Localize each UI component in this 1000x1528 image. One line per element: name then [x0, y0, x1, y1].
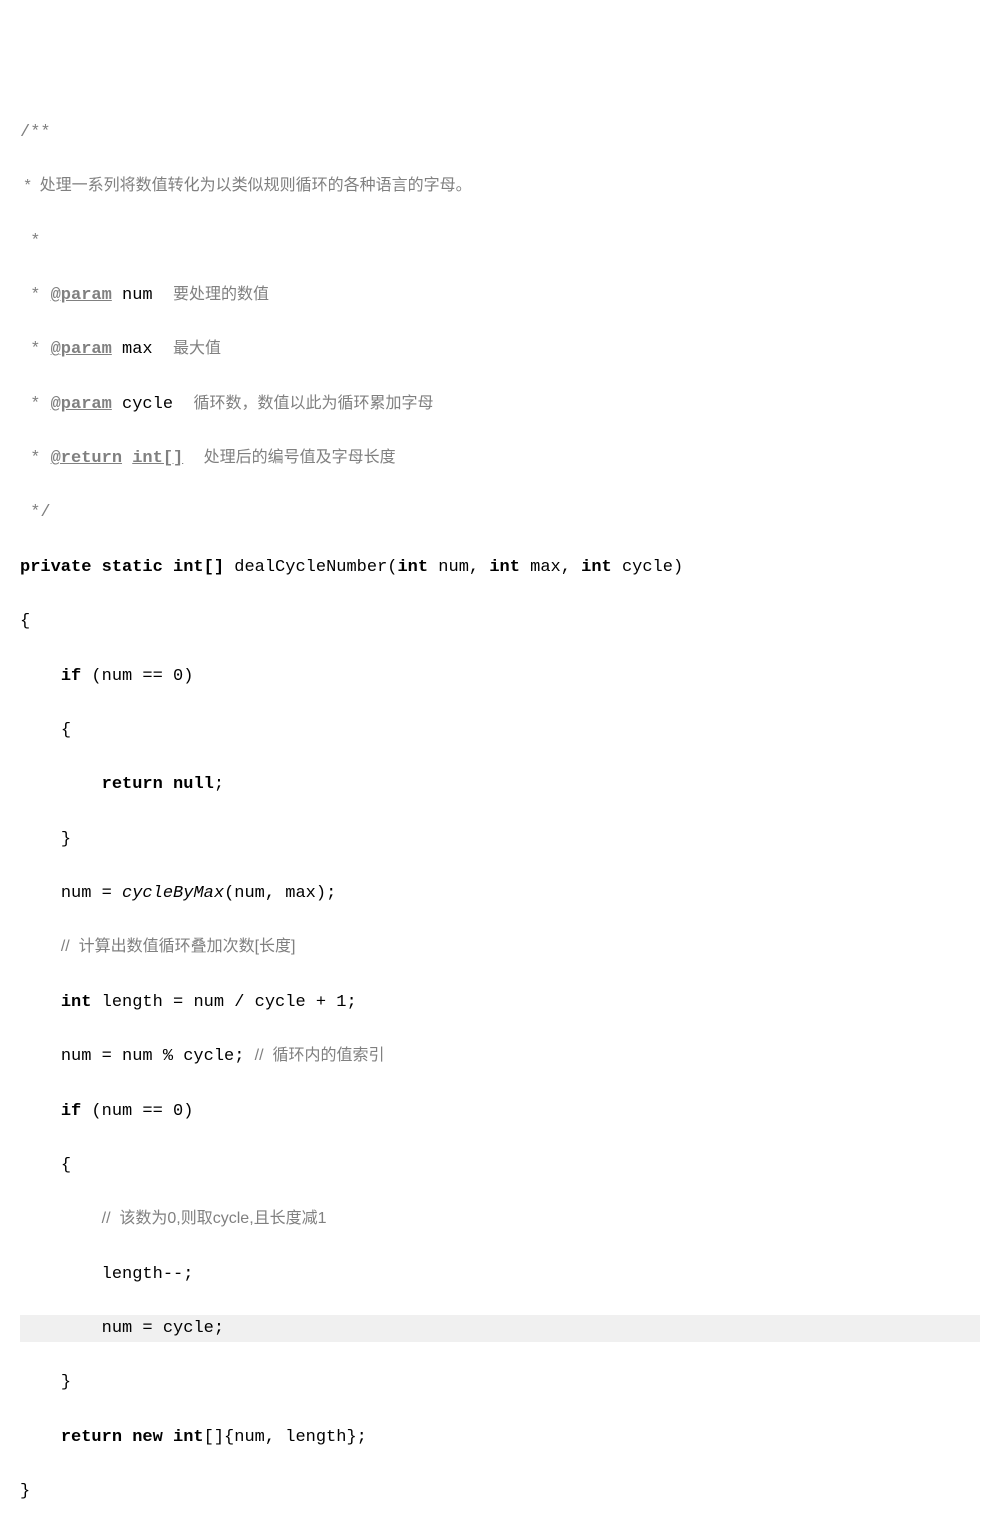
code-line: if (num == 0) — [20, 1098, 980, 1125]
code-block: /** * 处理一系列将数值转化为以类似规则循环的各种语言的字母。 * * @p… — [20, 92, 980, 1528]
code-line: { — [20, 717, 980, 744]
param-tag-3: @param — [51, 395, 112, 414]
code-line: num = num % cycle; // 循环内的值索引 — [20, 1043, 980, 1070]
doc-summary: * 处理一系列将数值转化为以类似规则循环的各种语言的字母。 — [20, 177, 472, 194]
code-line: // 计算出数值循环叠加次数[长度] — [20, 934, 980, 961]
code-line: // 该数为0,则取cycle,且长度减1 — [20, 1206, 980, 1233]
param-tag-2: @param — [51, 340, 112, 359]
code-line: if (num == 0) — [20, 663, 980, 690]
param-desc-1: 要处理的数值 — [173, 286, 269, 303]
param-name-2: max — [122, 340, 153, 359]
doc-close: */ — [20, 503, 51, 522]
code-line: } — [20, 826, 980, 853]
doc-blank: * — [20, 232, 40, 251]
code-line: return new int[]{num, length}; — [20, 1424, 980, 1451]
param-name-1: num — [122, 286, 153, 305]
param-desc-3: 循环数，数值以此为循环累加字母 — [193, 395, 433, 412]
highlighted-line: num = cycle; — [20, 1315, 980, 1342]
method-signature: private static int[] dealCycleNumber(int… — [20, 554, 980, 581]
doc-open: /** — [20, 123, 51, 142]
code-line: num = cycleByMax(num, max); — [20, 880, 980, 907]
code-line: } — [20, 1369, 980, 1396]
code-line: length--; — [20, 1261, 980, 1288]
return-type: int[] — [132, 449, 183, 468]
code-line: int length = num / cycle + 1; — [20, 989, 980, 1016]
doc-star: * — [20, 286, 51, 305]
param-tag-1: @param — [51, 286, 112, 305]
code-line: return null; — [20, 771, 980, 798]
param-desc-2: 最大值 — [173, 340, 221, 357]
close-brace: } — [20, 1478, 980, 1505]
code-line: { — [20, 1152, 980, 1179]
param-name-3: cycle — [122, 395, 173, 414]
return-desc: 处理后的编号值及字母长度 — [204, 449, 396, 466]
return-tag: @return — [51, 449, 122, 468]
open-brace: { — [20, 608, 980, 635]
